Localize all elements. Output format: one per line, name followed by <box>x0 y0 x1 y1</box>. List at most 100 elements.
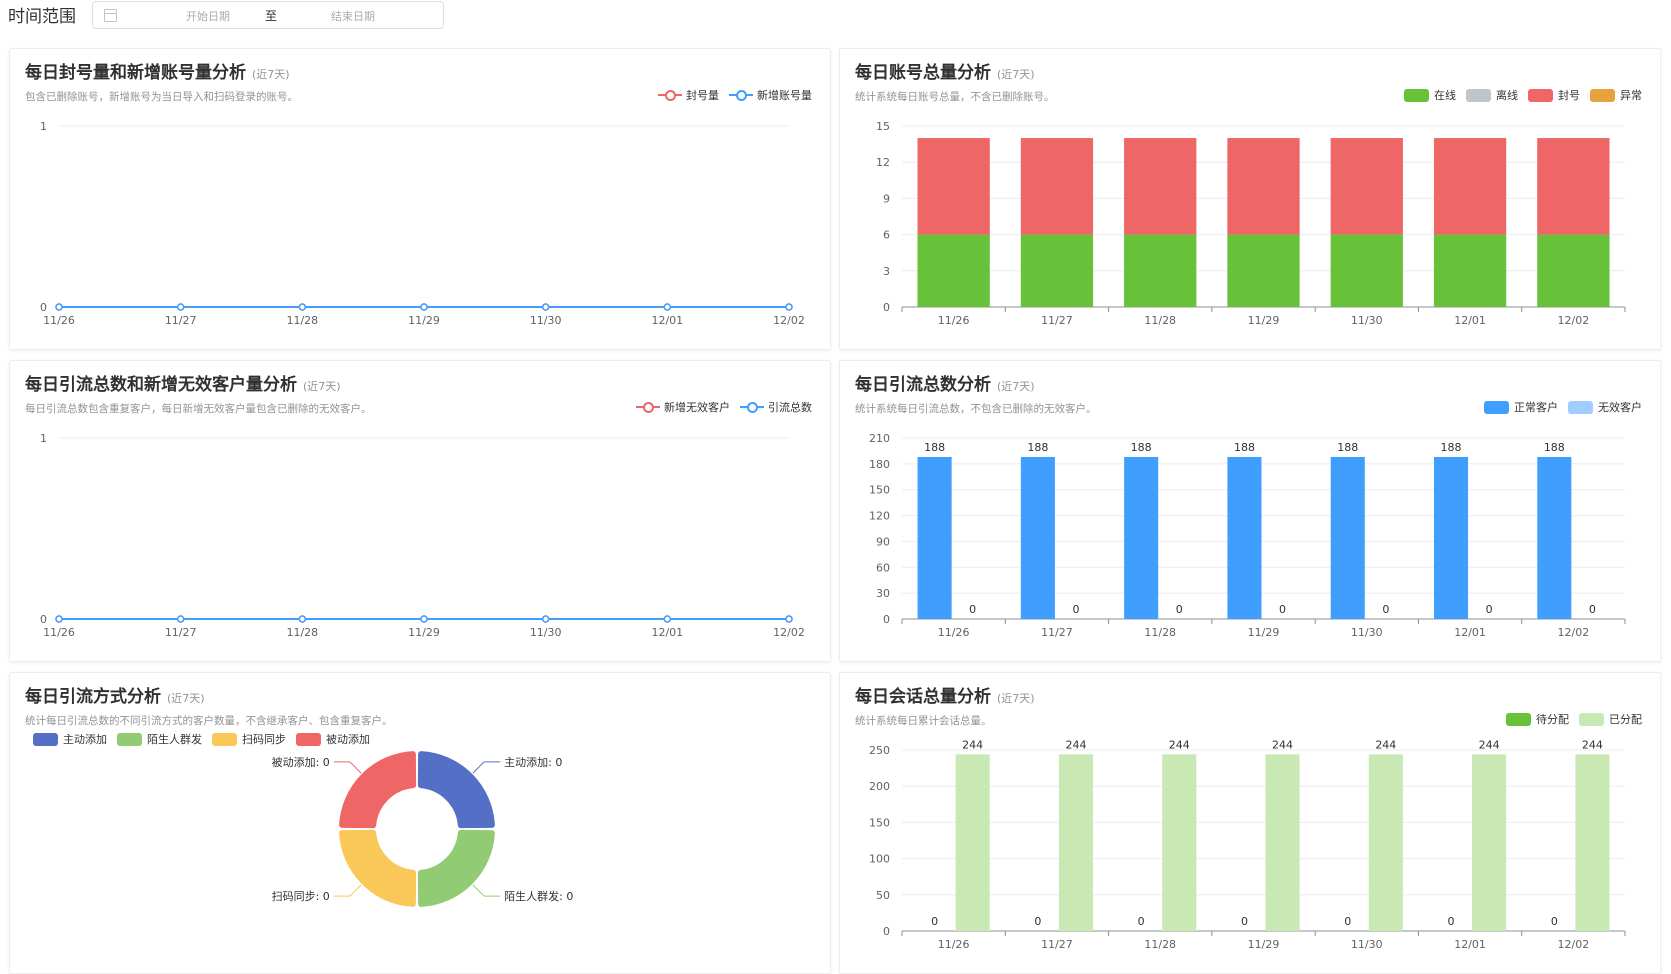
bar <box>955 754 990 931</box>
data-label: 244 <box>1375 738 1396 751</box>
data-point <box>55 615 63 623</box>
label-leader-line <box>333 761 362 774</box>
bar <box>917 456 952 619</box>
card-traffic-total: 每日引流总数分析 (近7天) 统计系统每日引流总数，不包含已删除的无效客户。 正常… <box>839 360 1661 662</box>
data-label: 0 <box>1448 915 1455 928</box>
bar <box>1472 754 1507 931</box>
data-label: 188 <box>1544 441 1565 454</box>
y-tick-label: 120 <box>869 510 890 523</box>
bar <box>1227 456 1262 619</box>
data-label: 0 <box>1034 915 1041 928</box>
data-label: 244 <box>1272 738 1293 751</box>
y-tick-label: 200 <box>869 780 890 793</box>
card-session-total: 每日会话总量分析 (近7天) 统计系统每日累计会话总量。 待分配 已分配 0 50 1… <box>839 672 1661 974</box>
x-tick-label: 11/29 <box>1248 314 1280 327</box>
bar-segment <box>917 138 990 235</box>
bar <box>1433 456 1469 619</box>
y-tick-label: 60 <box>876 561 890 574</box>
x-tick-label: 11/27 <box>165 626 197 639</box>
x-tick-label: 11/28 <box>1144 626 1176 639</box>
x-tick-label: 11/26 <box>938 626 970 639</box>
data-label: 188 <box>1131 441 1152 454</box>
y-tick-label: 210 <box>869 432 890 445</box>
data-label: 0 <box>1072 603 1079 616</box>
data-point <box>663 615 672 623</box>
y-tick-label: 1 <box>40 432 47 445</box>
bar-segment <box>1227 138 1300 235</box>
bar-segment <box>1020 234 1094 307</box>
x-tick-label: 11/28 <box>286 626 318 639</box>
y-tick-label: 250 <box>869 744 890 757</box>
line-chart: 0 1 11/26 11/27 11/28 11/29 11/30 12/01 12/02 <box>40 120 805 327</box>
data-label: 0 <box>1382 603 1389 616</box>
start-date-input[interactable]: 开始日期 <box>163 8 253 24</box>
data-point <box>785 303 793 311</box>
data-label: 244 <box>1169 738 1190 751</box>
data-label: 244 <box>962 738 983 751</box>
date-separator: 至 <box>264 9 277 23</box>
x-tick-label: 11/29 <box>408 314 440 327</box>
data-label: 188 <box>1337 441 1358 454</box>
y-tick-label: 3 <box>883 265 890 278</box>
data-point <box>663 303 672 311</box>
y-tick-label: 50 <box>876 889 890 902</box>
x-tick-label: 12/01 <box>1454 938 1486 951</box>
card-ban-new-accounts: 每日封号量和新增账号量分析 (近7天) 包含已删除账号，新增账号为当日导入和扫码登… <box>9 48 831 350</box>
data-label: 188 <box>1234 441 1255 454</box>
card-traffic-method: 每日引流方式分析 (近7天) 统计每日引流总数的不同引流方式的客户数量，不含继承客… <box>9 672 831 974</box>
y-tick-label: 100 <box>869 853 890 866</box>
label-leader-line <box>472 761 501 774</box>
calendar-icon <box>104 9 117 22</box>
data-label: 0 <box>1589 603 1596 616</box>
donut-chart: 主动添加: 0 陌生人群发: 0 扫码同步: 0 被动添加: 0 <box>272 751 573 907</box>
stacked-bar-chart: 0 3 6 9 12 15 11/26 11/27 11/28 11/29 11/30 12/01 12… <box>876 120 1626 327</box>
time-range-label: 时间范围 <box>8 6 76 27</box>
bar-segment <box>1124 234 1197 307</box>
x-tick-label: 11/26 <box>938 314 970 327</box>
x-tick-label: 12/01 <box>651 314 683 327</box>
card-traffic-invalid: 每日引流总数和新增无效客户量分析 (近7天) 每日引流总数包含重复客户，每日新增无… <box>9 360 831 662</box>
data-label: 244 <box>1065 738 1086 751</box>
x-tick-label: 11/30 <box>1351 626 1383 639</box>
end-date-input[interactable]: 结束日期 <box>303 8 403 24</box>
bar-segment <box>1433 234 1507 307</box>
bar-chart: 0 30 60 90 120 150 180 210 11/26 11/27 11/28 11/29 1… <box>869 432 1626 639</box>
y-tick-label: 9 <box>883 192 890 205</box>
x-tick-label: 11/30 <box>530 314 562 327</box>
slice-label: 被动添加: 0 <box>272 755 330 769</box>
x-tick-label: 12/02 <box>1558 938 1590 951</box>
y-tick-label: 1 <box>40 120 47 133</box>
y-tick-label: 0 <box>883 925 890 938</box>
y-tick-label: 150 <box>869 816 890 829</box>
slice-label: 主动添加: 0 <box>504 755 562 769</box>
x-tick-label: 11/27 <box>165 314 197 327</box>
data-label: 188 <box>1441 441 1462 454</box>
y-tick-label: 12 <box>876 156 890 169</box>
y-tick-label: 0 <box>40 301 47 314</box>
x-tick-label: 11/27 <box>1041 314 1073 327</box>
y-tick-label: 90 <box>876 535 890 548</box>
y-tick-label: 0 <box>883 301 890 314</box>
date-range-picker[interactable]: 开始日期 至 结束日期 <box>92 1 444 29</box>
x-tick-label: 11/27 <box>1041 938 1073 951</box>
x-tick-label: 12/02 <box>773 626 805 639</box>
bar <box>1368 754 1403 931</box>
data-point <box>176 615 185 623</box>
bar <box>1162 754 1197 931</box>
bar-segment <box>1330 234 1403 307</box>
bar-segment <box>1433 138 1507 235</box>
bar <box>1330 456 1365 619</box>
data-point <box>298 303 307 311</box>
data-point <box>176 303 185 311</box>
data-label: 0 <box>931 915 938 928</box>
x-tick-label: 11/30 <box>1351 938 1383 951</box>
x-tick-label: 11/29 <box>1248 626 1280 639</box>
bar-segment <box>1124 138 1197 235</box>
data-label: 0 <box>1551 915 1558 928</box>
data-label: 0 <box>1241 915 1248 928</box>
data-label: 244 <box>1479 738 1500 751</box>
data-point <box>55 303 63 311</box>
x-tick-label: 11/26 <box>43 314 75 327</box>
bar-chart: 0 50 100 150 200 250 11/26 11/27 11/28 11/29 11/30… <box>869 738 1626 951</box>
bar-segment <box>1227 234 1300 307</box>
